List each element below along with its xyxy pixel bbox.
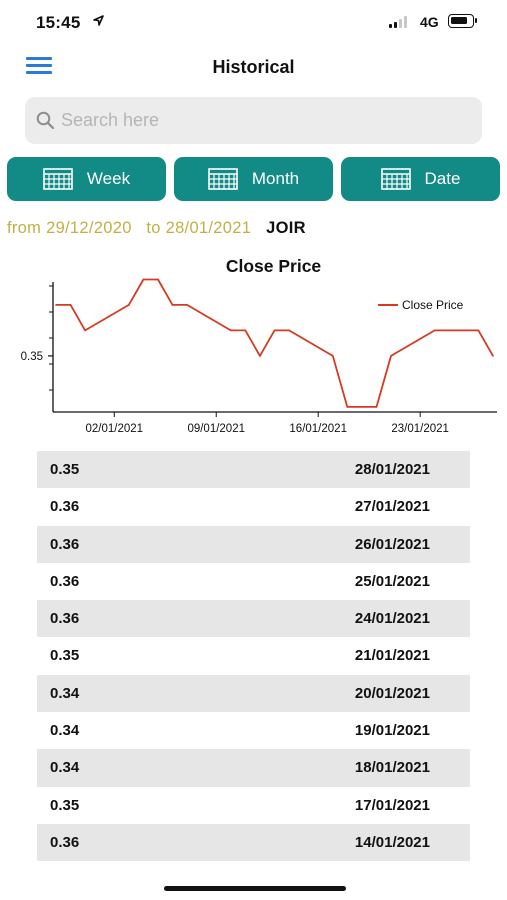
data-point — [186, 304, 188, 306]
data-point — [171, 304, 174, 306]
row-date: 20/01/2021 — [354, 684, 430, 702]
chart-title: Close Price — [225, 256, 322, 276]
data-point — [331, 355, 334, 357]
data-point — [477, 329, 480, 332]
table-row: 0.35 17/01/2021 — [37, 787, 470, 824]
ticker-symbol: JOIR — [266, 219, 306, 237]
row-date: 21/01/2021 — [354, 647, 430, 665]
row-price: 0.36 — [50, 610, 80, 628]
data-point — [230, 329, 232, 332]
search-bar[interactable] — [25, 97, 482, 144]
table-row: 0.36 24/01/2021 — [37, 600, 470, 638]
table-row: 0.34 20/01/2021 — [37, 674, 470, 713]
data-point — [55, 304, 57, 306]
table-row: 0.36 26/01/2021 — [37, 525, 470, 563]
data-point — [433, 329, 436, 332]
row-price: 0.36 — [50, 833, 80, 851]
row-price: 0.35 — [50, 647, 80, 665]
row-price: 0.34 — [50, 722, 80, 740]
data-point — [448, 329, 451, 332]
table-row: 0.35 21/01/2021 — [37, 637, 470, 674]
data-point — [273, 329, 276, 332]
row-date: 19/01/2021 — [354, 722, 430, 740]
row-price: 0.34 — [50, 684, 80, 702]
search-input[interactable] — [61, 105, 461, 136]
status-time: 15:45 — [36, 13, 81, 32]
row-date: 26/01/2021 — [354, 535, 430, 553]
range-from-word: from — [7, 219, 42, 237]
date-range: from 29/12/2020 to 28/01/2021 JOIR — [7, 219, 306, 238]
data-point — [390, 355, 392, 357]
data-point — [375, 406, 378, 408]
row-date: 14/01/2021 — [354, 833, 430, 851]
page-title: Historical — [212, 57, 295, 77]
row-date: 24/01/2021 — [354, 610, 430, 628]
data-point — [259, 355, 261, 357]
row-date: 17/01/2021 — [354, 796, 430, 814]
x-tick-label: 23/01/2021 — [391, 423, 449, 435]
row-price: 0.35 — [50, 461, 80, 478]
home-indicator[interactable] — [164, 886, 346, 891]
row-date: 25/01/2021 — [354, 572, 430, 590]
range-to-word: to — [146, 219, 161, 237]
data-point — [361, 406, 363, 408]
status-bar: 15:45 4G — [0, 0, 507, 44]
month-button[interactable]: Month — [174, 157, 333, 201]
calendar-icon — [208, 168, 238, 190]
range-from-date: 29/12/2020 — [46, 219, 132, 237]
date-label: Date — [424, 169, 461, 188]
calendar-icon — [43, 168, 73, 190]
row-price: 0.36 — [50, 572, 80, 590]
data-point — [84, 329, 86, 332]
signal-strength-icon — [389, 16, 411, 28]
x-tick-label: 09/01/2021 — [187, 423, 245, 435]
data-point — [128, 304, 130, 306]
week-label: Week — [86, 169, 131, 188]
y-tick-label: 0.35 — [21, 351, 43, 363]
data-point — [346, 406, 349, 408]
week-button[interactable]: Week — [7, 157, 166, 201]
network-type: 4G — [420, 14, 439, 30]
data-point — [288, 329, 290, 332]
row-date: 18/01/2021 — [354, 759, 430, 777]
close-price-chart: 0.35 02/01/2021 09/01/2021 16/01/2021 23/01/… — [21, 278, 497, 435]
table-row: 0.34 19/01/2021 — [37, 712, 470, 749]
row-price: 0.34 — [50, 759, 80, 777]
data-point — [142, 278, 145, 281]
table-row: 0.35 28/01/2021 — [37, 451, 470, 489]
table-row: 0.36 27/01/2021 — [37, 488, 470, 525]
month-label: Month — [251, 169, 300, 188]
table-row: 0.36 25/01/2021 — [37, 563, 470, 600]
row-price: 0.36 — [50, 498, 80, 516]
data-point — [157, 278, 159, 281]
table-row: 0.34 18/01/2021 — [37, 749, 470, 787]
x-tick-label: 02/01/2021 — [85, 423, 143, 435]
location-arrow-icon — [93, 15, 104, 26]
date-button[interactable]: Date — [341, 157, 500, 201]
row-date: 27/01/2021 — [354, 498, 430, 516]
legend-label: Close Price — [402, 298, 464, 312]
data-point — [69, 304, 72, 306]
period-tabs: Week Month Date — [7, 157, 501, 201]
data-point — [492, 355, 494, 357]
calendar-icon — [380, 168, 411, 190]
data-point — [463, 329, 465, 332]
search-icon — [36, 111, 55, 130]
battery-icon — [448, 14, 477, 28]
price-table: 0.35 28/01/2021 0.36 27/01/2021 0.36 26/01/20… — [37, 451, 470, 862]
range-to-date: 28/01/2021 — [165, 219, 252, 237]
row-price: 0.36 — [50, 535, 80, 553]
row-price: 0.35 — [50, 796, 80, 814]
table-row: 0.36 14/01/2021 — [37, 823, 470, 862]
nav-bar: Historical — [0, 48, 507, 88]
data-point — [244, 329, 247, 332]
x-tick-label: 16/01/2021 — [289, 423, 347, 435]
row-date: 28/01/2021 — [354, 461, 430, 478]
